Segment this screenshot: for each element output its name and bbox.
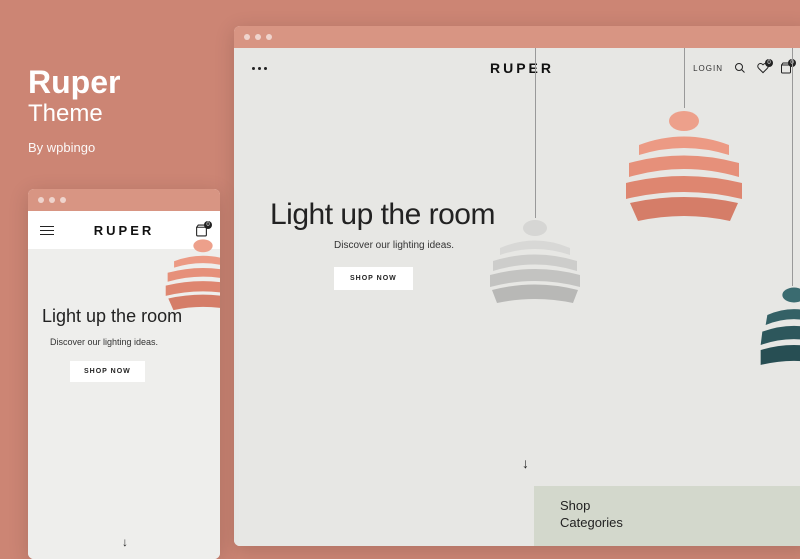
cart-badge: 0	[204, 221, 212, 229]
mobile-preview-window: RUPER 0 Light up the room Discover our l…	[28, 189, 220, 559]
window-titlebar	[234, 26, 800, 48]
theme-title-block: Ruper Theme By wpbingo	[28, 66, 120, 155]
window-dot	[38, 197, 44, 203]
window-dot	[255, 34, 261, 40]
window-dot	[49, 197, 55, 203]
theme-subtitle: Theme	[28, 100, 120, 128]
hero-subtitle: Discover our lighting ideas.	[334, 240, 495, 251]
scroll-down-icon[interactable]: ↓	[522, 455, 529, 471]
hero-section: Light up the room Discover our lighting …	[270, 198, 495, 290]
theme-name: Ruper	[28, 66, 120, 98]
desktop-preview-window: RUPER LOGIN 0 0	[234, 26, 800, 546]
scroll-down-icon[interactable]: ↓	[122, 535, 128, 549]
mobile-content: RUPER 0 Light up the room Discover our l…	[28, 211, 220, 559]
hero-subtitle: Discover our lighting ideas.	[50, 337, 182, 347]
brand-logo[interactable]: RUPER	[94, 223, 155, 238]
lamp-teal	[754, 48, 800, 398]
lamp-grey	[480, 48, 590, 308]
theme-author: By wpbingo	[28, 140, 120, 155]
hero-section: Light up the room Discover our lighting …	[42, 306, 182, 382]
menu-icon[interactable]	[252, 67, 267, 70]
hero-title: Light up the room	[42, 306, 182, 327]
lamp-coral	[614, 48, 754, 248]
hero-title: Light up the room	[270, 198, 495, 232]
desktop-content: RUPER LOGIN 0 0	[234, 48, 800, 546]
window-dot	[60, 197, 66, 203]
window-titlebar	[28, 189, 220, 211]
shop-now-button[interactable]: SHOP NOW	[70, 361, 145, 382]
window-dot	[244, 34, 250, 40]
categories-panel: ShopCategories	[534, 486, 800, 546]
shop-now-button[interactable]: SHOP NOW	[334, 267, 413, 290]
window-dot	[266, 34, 272, 40]
categories-title: ShopCategories	[560, 498, 784, 532]
hamburger-icon[interactable]	[40, 226, 54, 235]
